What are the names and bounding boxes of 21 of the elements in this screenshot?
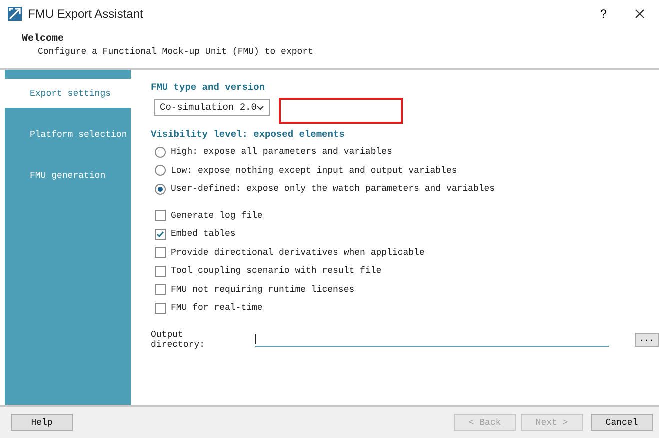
section-heading: FMU type and version: [151, 82, 266, 93]
fmu-type-dropdown[interactable]: Co-simulation 2.0: [154, 99, 270, 116]
header-title: Welcome: [22, 34, 66, 45]
checkbox-label: Tool coupling scenario with result file: [171, 266, 382, 276]
checkbox-label: Provide directional derivatives when applicable: [171, 248, 425, 258]
sidebar-item[interactable]: Export settings: [5, 79, 131, 108]
radio-label: User-defined: expose only the watch parameters and variables: [171, 184, 496, 194]
field-label: Output directory:: [151, 330, 206, 350]
checkbox-label: FMU for real-time: [171, 303, 263, 314]
radio-label: High: expose all parameters and variables: [171, 147, 392, 158]
help-button[interactable]: ?: [600, 7, 607, 21]
window-title: FMU Export Assistant: [28, 7, 144, 21]
section-heading: Visibility level: exposed elements: [151, 129, 346, 140]
dialog-button[interactable]: Help: [11, 414, 73, 431]
checkbox-label: Generate log file: [171, 210, 263, 221]
radio-label: Low: expose nothing except input and output variables: [171, 166, 458, 176]
header-subtitle: Configure a Functional Mock-up Unit (FMU) to export: [37, 47, 314, 57]
browse-button[interactable]: ...: [634, 332, 659, 346]
dialog-button[interactable]: Cancel: [591, 414, 653, 431]
checkbox-label: Embed tables: [171, 229, 236, 240]
checkbox-label: FMU not requiring runtime licenses: [171, 284, 355, 295]
